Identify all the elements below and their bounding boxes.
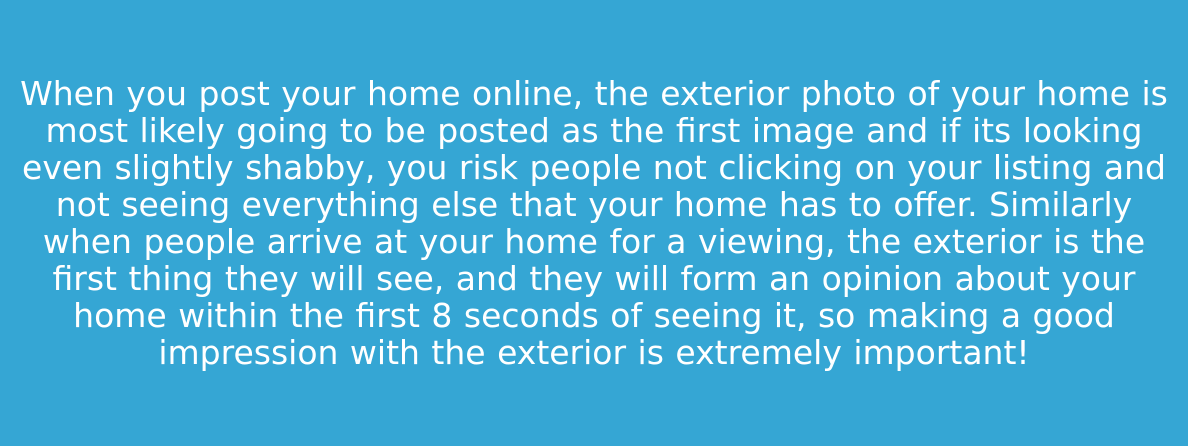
- body-paragraph: When you post your home online, the exte…: [20, 74, 1168, 372]
- content-panel: When you post your home online, the exte…: [0, 0, 1188, 446]
